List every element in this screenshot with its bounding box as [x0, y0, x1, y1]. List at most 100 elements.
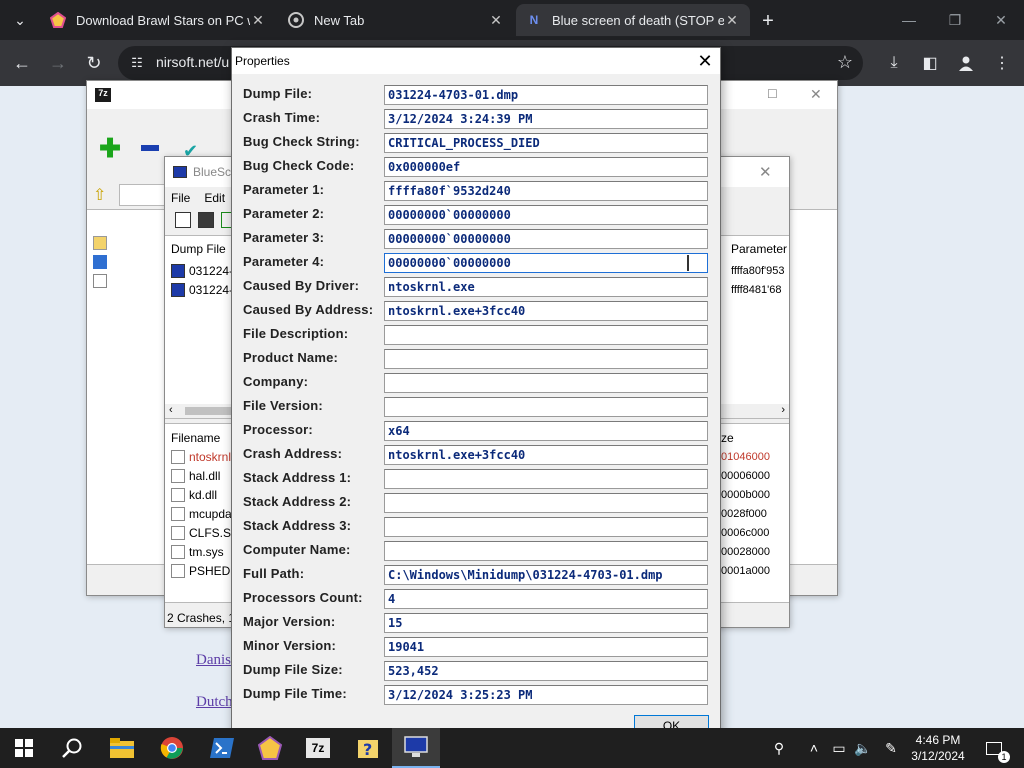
- table-row[interactable]: kd.dll: [171, 488, 217, 502]
- file-explorer-button[interactable]: [98, 728, 146, 768]
- browser-tab-brawl-stars[interactable]: Download Brawl Stars on PC wi ✕: [40, 4, 276, 36]
- taskbar-clock[interactable]: 4:46 PM 3/12/2024: [906, 732, 970, 764]
- field-value-input[interactable]: 0x000000ef: [384, 157, 708, 177]
- notification-center-icon[interactable]: 1: [980, 728, 1010, 768]
- table-row[interactable]: 031224-4: [171, 264, 240, 278]
- list-item[interactable]: [93, 274, 111, 288]
- field-value-input[interactable]: [384, 469, 708, 489]
- field-value-input[interactable]: [384, 373, 708, 393]
- menu-edit[interactable]: Edit: [204, 191, 225, 205]
- field-value-input[interactable]: x64: [384, 421, 708, 441]
- table-row[interactable]: tm.sys: [171, 545, 224, 559]
- restore-icon[interactable]: ❐: [932, 6, 978, 34]
- list-item[interactable]: [93, 255, 111, 269]
- table-row[interactable]: 031224-7: [171, 283, 240, 297]
- back-arrow-icon[interactable]: ←: [8, 49, 36, 77]
- save-icon[interactable]: [198, 212, 214, 228]
- table-row[interactable]: PSHED.d: [171, 564, 240, 578]
- volume-muted-icon[interactable]: 🔈: [852, 728, 874, 768]
- field-value-input[interactable]: [384, 541, 708, 561]
- help-taskbar-button[interactable]: ?: [344, 728, 392, 768]
- table-row[interactable]: hal.dll: [171, 469, 220, 483]
- browser-tab-blue-screen[interactable]: N Blue screen of death (STOP erro ✕: [516, 4, 750, 36]
- powershell-button[interactable]: [198, 728, 246, 768]
- field-value-input[interactable]: 3/12/2024 3:24:39 PM: [384, 109, 708, 129]
- field-value-input[interactable]: 00000000`00000000: [384, 229, 708, 249]
- parameter-column-header[interactable]: Parameter: [731, 242, 787, 256]
- maximize-icon[interactable]: ☐: [767, 87, 778, 101]
- browser-tab-new-tab[interactable]: New Tab ✕: [278, 4, 514, 36]
- tab-search-chevron-icon[interactable]: ⌄: [6, 7, 34, 33]
- field-value-input[interactable]: C:\Windows\Minidump\031224-4703-01.dmp: [384, 565, 708, 585]
- start-button[interactable]: [0, 728, 48, 768]
- new-tab-icon[interactable]: +: [756, 9, 780, 33]
- bluescreenview-taskbar-button[interactable]: [392, 728, 440, 768]
- scroll-right-icon[interactable]: ›: [781, 404, 785, 416]
- field-value-input[interactable]: 00000000`00000000: [384, 253, 708, 273]
- up-folder-icon[interactable]: ⇧: [93, 185, 115, 205]
- close-window-icon[interactable]: ✕: [978, 6, 1024, 34]
- field-value-input[interactable]: 031224-4703-01.dmp: [384, 85, 708, 105]
- profile-icon[interactable]: [952, 49, 980, 77]
- field-value-input[interactable]: [384, 517, 708, 537]
- close-tab-icon[interactable]: ✕: [488, 12, 504, 29]
- forward-arrow-icon[interactable]: →: [44, 49, 72, 77]
- table-row[interactable]: ntoskrnl.: [171, 450, 234, 464]
- field-value-input[interactable]: [384, 325, 708, 345]
- close-icon[interactable]: ✕: [694, 50, 716, 72]
- side-panel-icon[interactable]: ◧: [916, 49, 944, 77]
- field-value-input[interactable]: 4: [384, 589, 708, 609]
- scroll-left-icon[interactable]: ‹: [169, 404, 173, 416]
- page-link-danish[interactable]: Danis: [196, 652, 231, 669]
- bookmark-star-icon[interactable]: ☆: [837, 52, 853, 73]
- field-value-input[interactable]: ffffa80f`9532d240: [384, 181, 708, 201]
- chrome-taskbar-button[interactable]: [148, 728, 196, 768]
- field-value-input[interactable]: [384, 493, 708, 513]
- show-hidden-icons-chevron-icon[interactable]: ˄: [804, 728, 824, 768]
- reload-icon[interactable]: ↻: [80, 49, 108, 77]
- people-icon[interactable]: ⚲: [766, 728, 792, 768]
- clock-date: 3/12/2024: [911, 749, 965, 763]
- dump-file-column-header[interactable]: Dump File: [171, 242, 226, 256]
- field-value-input[interactable]: ntoskrnl.exe+3fcc40: [384, 445, 708, 465]
- field-value-input[interactable]: 00000000`00000000: [384, 205, 708, 225]
- field-value-input[interactable]: [384, 349, 708, 369]
- field-value-input[interactable]: 19041: [384, 637, 708, 657]
- table-row[interactable]: mcupda: [171, 507, 232, 521]
- more-menu-icon[interactable]: ⋮: [988, 49, 1016, 77]
- windows-taskbar: 7z ? ⚲ ˄ ▭ 🔈 ✎ 4:46 PM 3/12/2024 1: [0, 728, 1024, 768]
- size-column-header[interactable]: ze: [721, 431, 734, 445]
- field-value-input[interactable]: ntoskrnl.exe+3fcc40: [384, 301, 708, 321]
- seven-zip-taskbar-button[interactable]: 7z: [294, 728, 342, 768]
- site-info-icon[interactable]: ☷: [128, 54, 146, 72]
- list-item[interactable]: [93, 236, 111, 250]
- close-tab-icon[interactable]: ✕: [724, 12, 740, 29]
- field-value-input[interactable]: ntoskrnl.exe: [384, 277, 708, 297]
- filename-column-header[interactable]: Filename: [171, 431, 220, 445]
- minimize-icon[interactable]: —: [886, 6, 932, 34]
- driver-size: 01046000: [721, 451, 770, 463]
- menu-file[interactable]: File: [171, 191, 190, 205]
- close-icon[interactable]: ✕: [810, 86, 822, 103]
- close-icon[interactable]: ✕: [759, 163, 772, 181]
- field-value-input[interactable]: 523,452: [384, 661, 708, 681]
- driver-size: 0006c000: [721, 527, 770, 539]
- pen-workspace-icon[interactable]: ✎: [880, 728, 902, 768]
- seven-zip-logo-icon: 7z: [95, 88, 111, 102]
- field-value-input[interactable]: [384, 397, 708, 417]
- field-value-input[interactable]: CRITICAL_PROCESS_DIED: [384, 133, 708, 153]
- add-button[interactable]: ✚: [93, 135, 127, 161]
- brawl-stars-taskbar-button[interactable]: [246, 728, 294, 768]
- address-bar-url[interactable]: nirsoft.net/u: [156, 54, 229, 70]
- field-label: Full Path:: [243, 566, 305, 581]
- page-link-dutch[interactable]: Dutch: [196, 694, 233, 711]
- close-tab-icon[interactable]: ✕: [250, 12, 266, 29]
- archive-attribute-panel: [787, 209, 837, 565]
- scroll-thumb[interactable]: [185, 407, 235, 415]
- download-icon[interactable]: ⤓: [880, 49, 908, 77]
- network-icon[interactable]: ▭: [828, 728, 850, 768]
- field-value-input[interactable]: 15: [384, 613, 708, 633]
- html-report-icon[interactable]: [175, 212, 191, 228]
- field-value-input[interactable]: 3/12/2024 3:25:23 PM: [384, 685, 708, 705]
- search-button[interactable]: [48, 728, 96, 768]
